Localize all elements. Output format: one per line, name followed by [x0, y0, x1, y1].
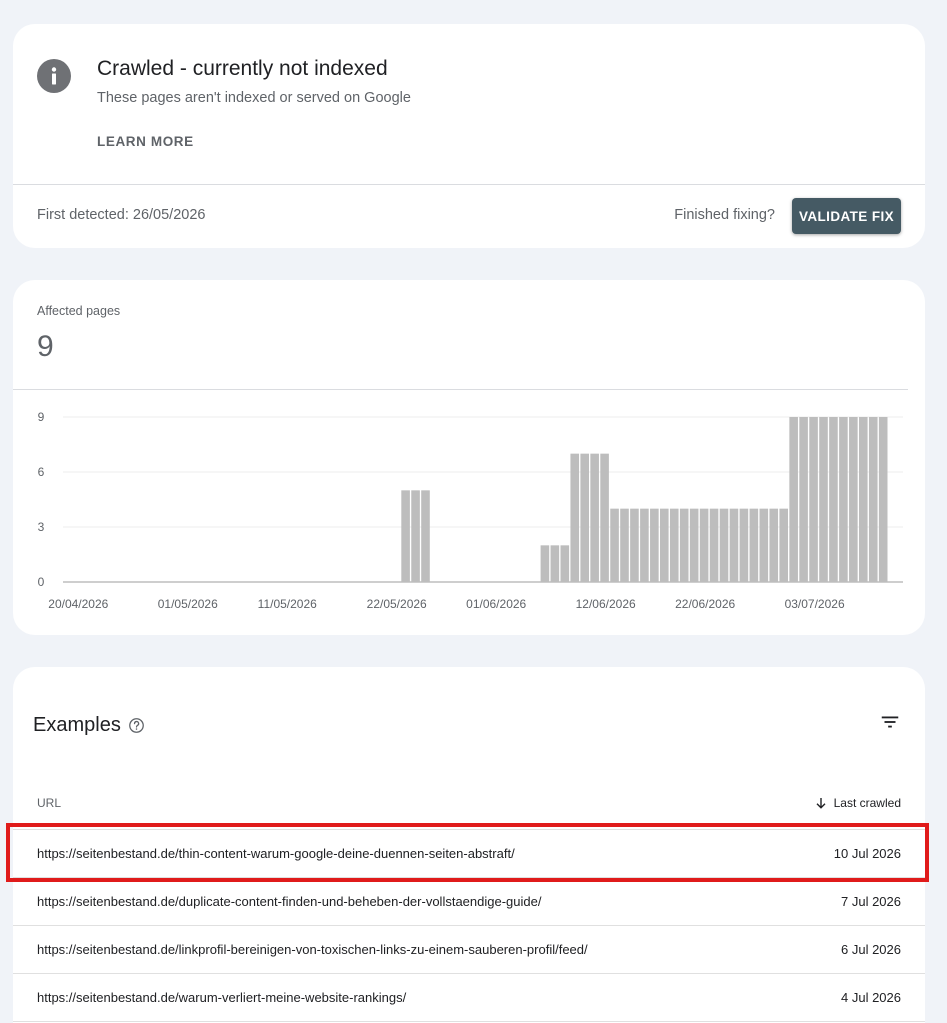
chart-bar[interactable]: [809, 417, 818, 582]
arrow-down-icon: [816, 798, 826, 809]
chart-bar[interactable]: [640, 508, 649, 582]
chart-bar[interactable]: [650, 508, 659, 582]
x-tick-label: 11/05/2026: [258, 597, 317, 611]
examples-title: Examples: [33, 714, 121, 736]
chart-bar[interactable]: [799, 417, 808, 582]
chart-bar[interactable]: [669, 508, 679, 582]
chart-bar[interactable]: [580, 453, 589, 582]
chart-bar[interactable]: [769, 508, 779, 582]
chart-bar[interactable]: [839, 417, 848, 582]
row-last-crawled: 4 Jul 2026: [841, 990, 901, 1005]
x-tick-label: 03/07/2026: [785, 597, 845, 611]
chart-bar[interactable]: [689, 508, 699, 582]
x-tick-label: 22/05/2026: [367, 597, 427, 611]
x-tick-label: 12/06/2026: [576, 597, 636, 611]
chart-bar[interactable]: [421, 490, 430, 582]
chart-bar[interactable]: [819, 417, 828, 582]
row-last-crawled: 10 Jul 2026: [833, 846, 901, 861]
chart-bar[interactable]: [570, 453, 580, 582]
row-last-crawled: 6 Jul 2026: [841, 942, 901, 957]
y-tick-label: 3: [38, 520, 45, 534]
chart-bar[interactable]: [550, 545, 560, 582]
x-tick-label: 01/05/2026: [158, 597, 218, 611]
chart-bar[interactable]: [679, 508, 689, 582]
chart-bar[interactable]: [729, 508, 739, 582]
x-tick-label: 01/06/2026: [466, 597, 526, 611]
help-icon[interactable]: [128, 717, 145, 734]
issue-title: Crawled - currently not indexed: [97, 57, 388, 80]
chart-bar[interactable]: [878, 417, 888, 582]
table-row[interactable]: https://seitenbestand.de/warum-verliert-…: [13, 974, 925, 1022]
finished-fixing-text: Finished fixing?: [674, 207, 775, 223]
filter-icon[interactable]: [879, 711, 901, 733]
examples-card: Examples URL Last crawled https://seiten…: [13, 667, 925, 1023]
row-url: https://seitenbestand.de/linkprofil-bere…: [37, 942, 588, 957]
y-tick-label: 9: [38, 410, 45, 424]
chart-bar[interactable]: [540, 545, 550, 582]
chart-bar[interactable]: [859, 417, 868, 582]
chart-bar[interactable]: [749, 508, 759, 582]
table-row[interactable]: https://seitenbestand.de/linkprofil-bere…: [13, 926, 925, 974]
chart-bar[interactable]: [560, 545, 570, 582]
affected-pages-chart: 0 3 6 9 20/04/2026 01/05/2026 11/05/2026 22/05/…: [38, 410, 903, 611]
chart-bar[interactable]: [739, 508, 749, 582]
chart-bar[interactable]: [620, 508, 629, 582]
chart-bar[interactable]: [610, 508, 619, 582]
issue-subtitle: These pages aren't indexed or served on …: [97, 90, 411, 106]
chart-bar[interactable]: [600, 453, 609, 582]
validate-fix-button[interactable]: VALIDATE FIX: [792, 198, 901, 234]
issue-card: Crawled - currently not indexed These pa…: [13, 24, 925, 248]
chart-bar[interactable]: [401, 490, 410, 582]
chart-bar[interactable]: [709, 508, 719, 582]
affected-pages-card: Affected pages 9 0 3 6 9 20/04/2026 01/05/202…: [13, 280, 925, 635]
first-detected-text: First detected: 26/05/2026: [37, 207, 206, 223]
chart-bar[interactable]: [868, 417, 878, 582]
column-header-last-crawled-label: Last crawled: [833, 796, 901, 810]
chart-bar[interactable]: [779, 508, 788, 582]
column-header-last-crawled[interactable]: Last crawled: [815, 796, 901, 810]
x-tick-label: 20/04/2026: [48, 597, 108, 611]
affected-pages-count: 9: [37, 330, 54, 363]
chart-bar[interactable]: [699, 508, 709, 582]
chart-bar[interactable]: [411, 490, 420, 582]
learn-more-link[interactable]: LEARN MORE: [97, 134, 194, 149]
info-icon: [37, 59, 71, 93]
row-last-crawled: 7 Jul 2026: [841, 894, 901, 909]
chart-bar[interactable]: [719, 508, 729, 582]
chart-bar[interactable]: [759, 508, 769, 582]
column-header-url[interactable]: URL: [37, 796, 61, 810]
row-url: https://seitenbestand.de/duplicate-conte…: [37, 894, 542, 909]
row-url: https://seitenbestand.de/warum-verliert-…: [37, 990, 407, 1005]
table-row[interactable]: https://seitenbestand.de/thin-content-wa…: [13, 830, 925, 878]
y-tick-label: 0: [38, 575, 45, 589]
row-url: https://seitenbestand.de/thin-content-wa…: [37, 846, 515, 861]
affected-pages-label: Affected pages: [37, 304, 121, 318]
chart-bar[interactable]: [630, 508, 639, 582]
chart-bar[interactable]: [660, 508, 669, 582]
chart-bar[interactable]: [829, 417, 838, 582]
chart-bar[interactable]: [590, 453, 599, 582]
table-row[interactable]: https://seitenbestand.de/duplicate-conte…: [13, 878, 925, 926]
chart-bar[interactable]: [789, 417, 798, 582]
y-tick-label: 6: [38, 465, 45, 479]
chart-bar[interactable]: [849, 417, 858, 582]
divider: [13, 184, 925, 185]
x-tick-label: 22/06/2026: [675, 597, 735, 611]
